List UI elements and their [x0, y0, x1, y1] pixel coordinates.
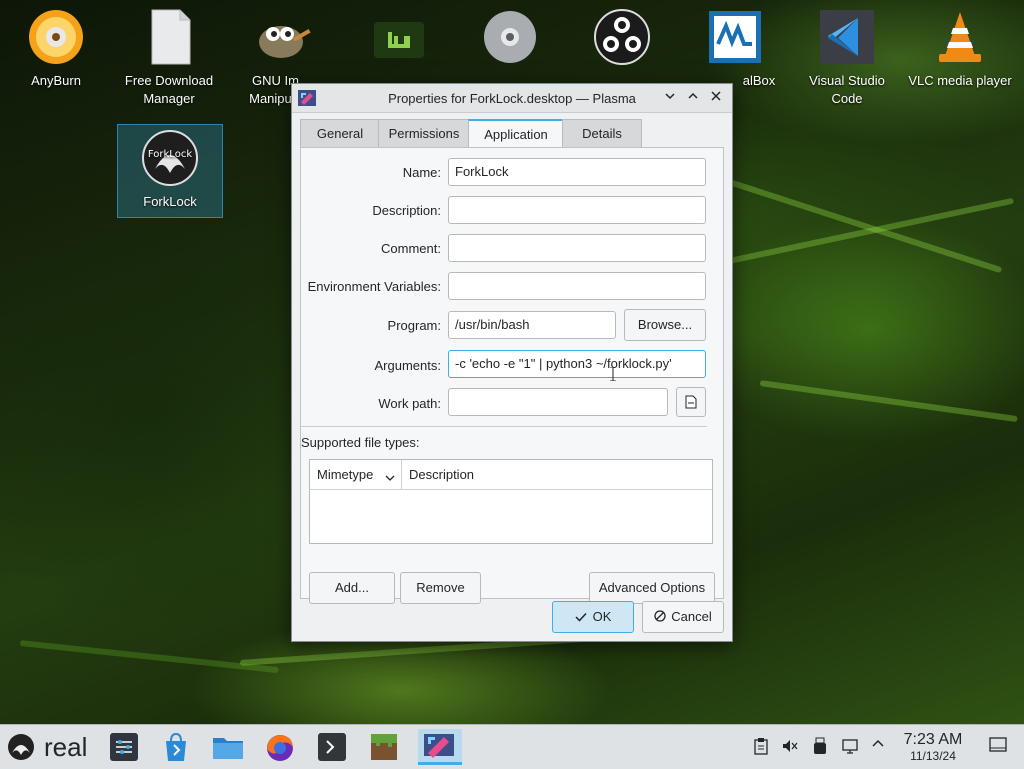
desktop-icon-label: Visual Studio Code	[809, 73, 885, 106]
taskbar-minecraft[interactable]	[366, 729, 402, 765]
env-vars-label: Environment Variables:	[307, 279, 441, 294]
wallpaper-streak	[759, 380, 1018, 423]
disc-icon	[481, 8, 539, 66]
remove-button[interactable]: Remove	[400, 572, 481, 604]
vscode-icon	[818, 8, 876, 66]
desktop-icon-label: VLC media player	[908, 73, 1012, 88]
desktop-icon-disk[interactable]	[455, 8, 565, 72]
ok-button[interactable]: OK	[552, 601, 634, 633]
maximize-chevron-up-icon[interactable]	[684, 89, 702, 107]
properties-dialog: Properties for ForkLock.desktop — Plasma…	[291, 83, 733, 642]
tab-permissions[interactable]: Permissions	[378, 119, 470, 147]
clock-date: 11/13/24	[910, 749, 956, 763]
svg-text:ForkLock: ForkLock	[148, 149, 192, 160]
obs-icon	[593, 8, 651, 66]
env-vars-field[interactable]	[448, 272, 706, 300]
desktop-icon-label: ForkLock	[143, 194, 197, 209]
desktop-icon-label: Free Download Manager	[124, 73, 214, 106]
add-button[interactable]: Add...	[309, 572, 395, 604]
description-field[interactable]	[448, 196, 706, 224]
advanced-options-button[interactable]: Advanced Options	[589, 572, 715, 604]
firefox-icon	[262, 735, 298, 768]
work-path-browse-button[interactable]	[676, 387, 706, 417]
desktop-icon-forklock[interactable]: ForkLock ForkLock	[117, 124, 223, 218]
taskbar: real 7:23 AM 11/13/24	[0, 724, 1024, 769]
anyburn-icon	[27, 8, 85, 66]
check-icon	[575, 603, 587, 633]
document-open-icon	[685, 395, 697, 412]
browse-button[interactable]: Browse...	[624, 309, 706, 341]
usb-device-icon[interactable]	[810, 737, 830, 757]
arguments-label: Arguments:	[374, 358, 441, 373]
comment-field[interactable]	[448, 234, 706, 262]
taskbar-file-manager[interactable]	[210, 729, 246, 765]
wallpaper-streak	[719, 197, 1015, 266]
work-path-label: Work path:	[378, 396, 441, 411]
minimize-chevron-down-icon[interactable]	[661, 89, 679, 107]
desktop-icon-vlc[interactable]: VLC media player	[905, 8, 1015, 90]
program-label: Program:	[387, 318, 441, 333]
taskbar-plasma-properties[interactable]	[418, 729, 462, 765]
vlc-cone-icon	[931, 8, 989, 66]
cancel-label: Cancel	[671, 609, 712, 624]
work-path-field[interactable]	[448, 388, 668, 416]
file-types-label: Supported file types:	[301, 435, 420, 450]
tab-details[interactable]: Details	[562, 119, 642, 147]
program-field[interactable]: /usr/bin/bash	[448, 311, 616, 339]
tab-application[interactable]: Application	[468, 119, 564, 149]
file-types-table[interactable]: Mimetype Description	[309, 459, 713, 544]
chevron-down-icon	[385, 470, 395, 485]
taskbar-system-settings[interactable]	[106, 729, 142, 765]
close-icon[interactable]	[707, 89, 725, 107]
mint-icon	[370, 8, 428, 66]
column-divider	[401, 460, 402, 489]
terminal-icon	[314, 733, 350, 768]
clock[interactable]: 7:23 AM 11/13/24	[896, 731, 970, 763]
grass-block-icon	[366, 734, 402, 768]
volume-muted-icon[interactable]	[780, 737, 800, 757]
clock-time: 7:23 AM	[903, 731, 963, 748]
desktop-icon-obs[interactable]	[567, 8, 677, 72]
name-field[interactable]: ForkLock	[448, 158, 706, 186]
virtualbox-icon	[706, 8, 764, 66]
clipboard-icon[interactable]	[751, 737, 771, 757]
forklock-icon: ForkLock	[141, 129, 199, 187]
text-cursor-icon	[610, 366, 616, 382]
settings-sliders-icon	[106, 733, 142, 768]
cancel-button[interactable]: Cancel	[642, 601, 724, 633]
desktop-icon-linux-mint[interactable]	[344, 8, 454, 72]
ok-label: OK	[592, 609, 612, 624]
desktop-icon-vscode[interactable]: Visual Studio Code	[792, 8, 902, 108]
description-label: Description:	[372, 203, 441, 218]
taskbar-discover[interactable]	[158, 729, 194, 765]
taskbar-terminal[interactable]	[314, 729, 350, 765]
application-panel: Name: ForkLock Description: Comment: Env…	[300, 147, 724, 604]
gimp-icon	[253, 8, 311, 66]
application-launcher[interactable]: real	[4, 729, 94, 765]
arguments-field[interactable]: -c 'echo -e "1" | python3 ~/forklock.py'	[448, 350, 706, 378]
wallpaper-streak	[19, 640, 279, 674]
name-label: Name:	[402, 165, 441, 180]
chevron-up-icon[interactable]	[868, 737, 888, 757]
network-icon[interactable]	[840, 737, 860, 757]
table-header: Mimetype Description	[310, 460, 712, 490]
cancel-icon	[654, 603, 666, 633]
document-icon	[140, 8, 198, 66]
dialog-titlebar[interactable]: Properties for ForkLock.desktop — Plasma	[292, 84, 732, 113]
show-desktop-icon[interactable]	[988, 737, 1008, 757]
shopping-bag-icon	[158, 732, 194, 768]
desktop-icon-anyburn[interactable]: AnyBurn	[1, 8, 111, 90]
column-description[interactable]: Description	[409, 460, 609, 489]
comment-label: Comment:	[381, 241, 441, 256]
desktop-icon-label: AnyBurn	[31, 73, 81, 88]
desktop-icon-virtualbox[interactable]: alBox	[680, 8, 790, 90]
tab-general[interactable]: General	[300, 119, 380, 147]
separator	[301, 426, 707, 427]
start-label: real	[44, 732, 88, 762]
folder-icon	[210, 738, 246, 768]
desktop-icon-free-download-manager[interactable]: Free Download Manager	[114, 8, 224, 108]
launcher-icon	[6, 733, 36, 764]
plasma-app-icon	[422, 731, 456, 764]
taskbar-firefox[interactable]	[262, 729, 298, 765]
